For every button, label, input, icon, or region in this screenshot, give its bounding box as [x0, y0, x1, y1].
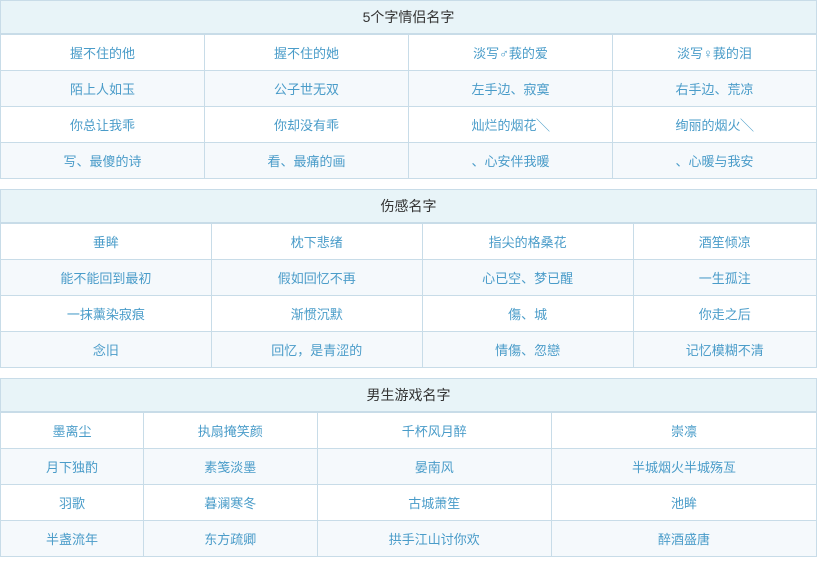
cell-s0-r1-c3[interactable]: 右手边、荒凉 — [613, 71, 817, 107]
cell-s2-r2-c0[interactable]: 羽歌 — [1, 485, 144, 521]
section-couple-names: 5个字情侣名字 握不住的他握不住的她淡写♂莪的爱淡写♀莪的泪陌上人如玉公子世无双… — [0, 0, 817, 179]
cell-s0-r1-c1[interactable]: 公子世无双 — [205, 71, 409, 107]
cell-s2-r0-c1[interactable]: 执扇掩笑颜 — [144, 413, 318, 449]
cell-s2-r0-c3[interactable]: 崇凛 — [552, 413, 817, 449]
cell-s1-r0-c0[interactable]: 垂眸 — [1, 224, 212, 260]
cell-s2-r0-c2[interactable]: 千杯风月醉 — [317, 413, 551, 449]
cell-s2-r1-c0[interactable]: 月下独酌 — [1, 449, 144, 485]
section1-table: 握不住的他握不住的她淡写♂莪的爱淡写♀莪的泪陌上人如玉公子世无双左手边、寂寞右手… — [0, 34, 817, 179]
cell-s2-r3-c0[interactable]: 半盏流年 — [1, 521, 144, 557]
cell-s2-r2-c3[interactable]: 池眸 — [552, 485, 817, 521]
cell-s0-r2-c1[interactable]: 你却没有乖 — [205, 107, 409, 143]
cell-s0-r0-c1[interactable]: 握不住的她 — [205, 35, 409, 71]
cell-s0-r3-c2[interactable]: 、心安伴我暖 — [409, 143, 613, 179]
cell-s2-r2-c2[interactable]: 古城萧笙 — [317, 485, 551, 521]
cell-s1-r0-c1[interactable]: 枕下悲绪 — [211, 224, 422, 260]
cell-s1-r3-c3[interactable]: 记忆模糊不清 — [633, 332, 816, 368]
cell-s1-r2-c3[interactable]: 你走之后 — [633, 296, 816, 332]
cell-s1-r1-c3[interactable]: 一生孤注 — [633, 260, 816, 296]
section-sad-names: 伤感名字 垂眸枕下悲绪指尖的格桑花酒笙倾凉能不能回到最初假如回忆不再心已空、梦已… — [0, 189, 817, 368]
cell-s1-r1-c0[interactable]: 能不能回到最初 — [1, 260, 212, 296]
cell-s2-r1-c1[interactable]: 素笺淡墨 — [144, 449, 318, 485]
cell-s0-r0-c3[interactable]: 淡写♀莪的泪 — [613, 35, 817, 71]
cell-s2-r3-c3[interactable]: 醉酒盛唐 — [552, 521, 817, 557]
cell-s1-r0-c3[interactable]: 酒笙倾凉 — [633, 224, 816, 260]
cell-s1-r2-c0[interactable]: 一抹薰染寂痕 — [1, 296, 212, 332]
cell-s0-r0-c2[interactable]: 淡写♂莪的爱 — [409, 35, 613, 71]
cell-s1-r3-c0[interactable]: 念旧 — [1, 332, 212, 368]
cell-s2-r2-c1[interactable]: 暮澜寒冬 — [144, 485, 318, 521]
cell-s0-r3-c1[interactable]: 看、最痛的画 — [205, 143, 409, 179]
cell-s2-r1-c3[interactable]: 半城烟火半城殇亙 — [552, 449, 817, 485]
cell-s2-r1-c2[interactable]: 晏南风 — [317, 449, 551, 485]
section3-table: 墨离尘执扇掩笑颜千杯风月醉崇凛月下独酌素笺淡墨晏南风半城烟火半城殇亙羽歌暮澜寒冬… — [0, 412, 817, 557]
cell-s0-r2-c3[interactable]: 绚丽的烟火╲ — [613, 107, 817, 143]
cell-s1-r0-c2[interactable]: 指尖的格桑花 — [422, 224, 633, 260]
cell-s1-r3-c2[interactable]: 情傷、忽戀 — [422, 332, 633, 368]
cell-s0-r2-c2[interactable]: 灿烂的烟花╲ — [409, 107, 613, 143]
section2-title: 伤感名字 — [0, 189, 817, 223]
cell-s0-r3-c3[interactable]: 、心暖与我安 — [613, 143, 817, 179]
section2-table: 垂眸枕下悲绪指尖的格桑花酒笙倾凉能不能回到最初假如回忆不再心已空、梦已醒一生孤注… — [0, 223, 817, 368]
cell-s2-r3-c2[interactable]: 拱手江山讨你欢 — [317, 521, 551, 557]
cell-s0-r3-c0[interactable]: 写、最傻的诗 — [1, 143, 205, 179]
cell-s1-r3-c1[interactable]: 回忆，是青涩的 — [211, 332, 422, 368]
cell-s0-r1-c2[interactable]: 左手边、寂寞 — [409, 71, 613, 107]
cell-s1-r1-c1[interactable]: 假如回忆不再 — [211, 260, 422, 296]
section-game-names: 男生游戏名字 墨离尘执扇掩笑颜千杯风月醉崇凛月下独酌素笺淡墨晏南风半城烟火半城殇… — [0, 378, 817, 557]
cell-s2-r3-c1[interactable]: 东方疏卿 — [144, 521, 318, 557]
section1-title: 5个字情侣名字 — [0, 0, 817, 34]
cell-s0-r1-c0[interactable]: 陌上人如玉 — [1, 71, 205, 107]
page-container: 5个字情侣名字 握不住的他握不住的她淡写♂莪的爱淡写♀莪的泪陌上人如玉公子世无双… — [0, 0, 817, 557]
cell-s2-r0-c0[interactable]: 墨离尘 — [1, 413, 144, 449]
cell-s0-r2-c0[interactable]: 你总让我乖 — [1, 107, 205, 143]
section3-title: 男生游戏名字 — [0, 378, 817, 412]
cell-s0-r0-c0[interactable]: 握不住的他 — [1, 35, 205, 71]
cell-s1-r2-c1[interactable]: 渐惯沉默 — [211, 296, 422, 332]
cell-s1-r1-c2[interactable]: 心已空、梦已醒 — [422, 260, 633, 296]
cell-s1-r2-c2[interactable]: 傷、城 — [422, 296, 633, 332]
